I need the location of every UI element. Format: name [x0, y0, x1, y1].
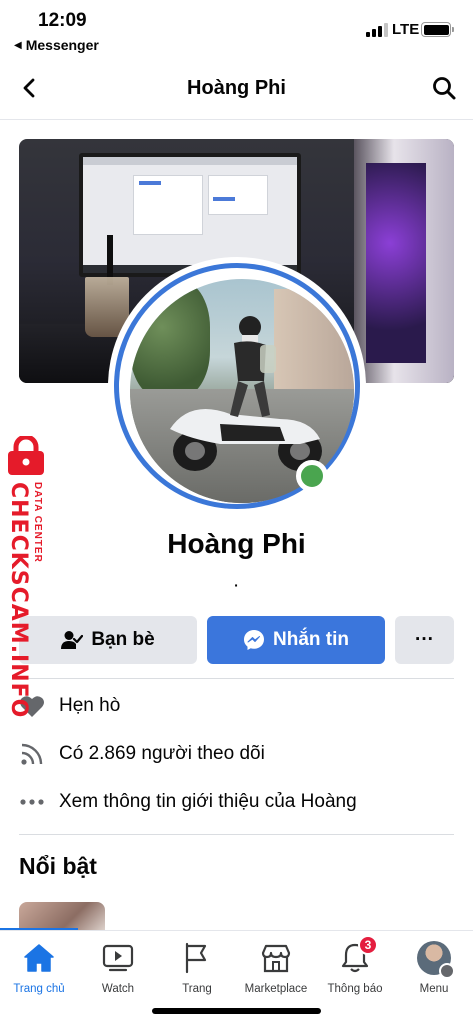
battery-icon	[421, 22, 454, 37]
back-to-app-link[interactable]: ◀ Messenger	[14, 37, 99, 53]
watermark-logo: CHECKSCAM.INFO DATA CENTER	[4, 436, 50, 718]
page-title: Hoàng Phi	[187, 77, 286, 99]
network-type: LTE	[392, 21, 420, 38]
nav-pages[interactable]: Trang	[158, 941, 236, 995]
bio-separator: ·	[234, 577, 239, 593]
divider	[19, 834, 454, 835]
watermark-brand: CHECKSCAM.INFO	[6, 482, 31, 719]
profile-name: Hoàng Phi	[167, 528, 306, 559]
watermark-subtitle: DATA CENTER	[32, 482, 43, 563]
messenger-icon	[244, 630, 264, 650]
nav-marketplace[interactable]: Marketplace	[237, 941, 315, 995]
nav-notifications-label: Thông báo	[327, 983, 383, 995]
status-time: 12:09	[38, 10, 87, 31]
status-bar: 12:09 ◀ Messenger LTE	[0, 0, 473, 60]
highlights-title: Nổi bật	[19, 853, 97, 879]
message-label: Nhắn tin	[273, 629, 349, 650]
more-options-button[interactable]: ···	[395, 616, 454, 664]
more-dots-icon: ···	[415, 629, 434, 650]
cover-pc-case-graphic	[354, 139, 454, 383]
nav-watch-label: Watch	[101, 983, 135, 995]
watch-icon	[101, 941, 135, 975]
back-app-label: Messenger	[25, 37, 99, 53]
avatar-icon	[417, 941, 455, 979]
rss-icon	[19, 741, 45, 767]
notification-badge: 3	[358, 935, 378, 955]
nav-pages-label: Trang	[182, 983, 212, 995]
nav-home[interactable]: Trang chủ	[0, 941, 78, 995]
nav-notifications[interactable]: 3 Thông báo	[316, 935, 394, 995]
menu-lines-icon	[439, 963, 455, 979]
info-dating-text: Hẹn hò	[59, 695, 121, 716]
more-dots-icon	[19, 789, 45, 815]
online-status-indicator	[296, 460, 328, 492]
nav-menu-label: Menu	[419, 983, 449, 995]
info-followers-text: Có 2.869 người theo dõi	[59, 743, 265, 764]
signal-strength-icon	[366, 23, 388, 37]
info-about-text: Xem thông tin giới thiệu của Hoàng	[59, 791, 357, 812]
friend-check-icon	[61, 631, 84, 649]
nav-watch[interactable]: Watch	[79, 941, 157, 995]
message-button[interactable]: Nhắn tin	[207, 616, 385, 664]
info-followers[interactable]: Có 2.869 người theo dõi	[19, 738, 265, 770]
friends-label: Bạn bè	[91, 629, 155, 650]
nav-menu[interactable]: Menu	[395, 941, 473, 995]
store-icon	[259, 941, 293, 975]
info-about[interactable]: Xem thông tin giới thiệu của Hoàng	[19, 786, 357, 818]
home-icon	[22, 941, 56, 975]
info-dating[interactable]: Hẹn hò	[19, 690, 120, 722]
rider-graphic	[230, 316, 276, 417]
watermark-lock-icon	[8, 436, 44, 475]
divider	[19, 678, 454, 679]
bell-icon: 3	[338, 935, 378, 975]
nav-marketplace-label: Marketplace	[244, 983, 308, 995]
back-triangle-icon: ◀	[14, 39, 22, 51]
search-icon[interactable]	[431, 75, 457, 101]
profile-header: Hoàng Phi	[0, 64, 473, 120]
home-indicator	[152, 1008, 321, 1014]
flag-icon	[180, 941, 214, 975]
nav-home-label: Trang chủ	[13, 983, 65, 995]
